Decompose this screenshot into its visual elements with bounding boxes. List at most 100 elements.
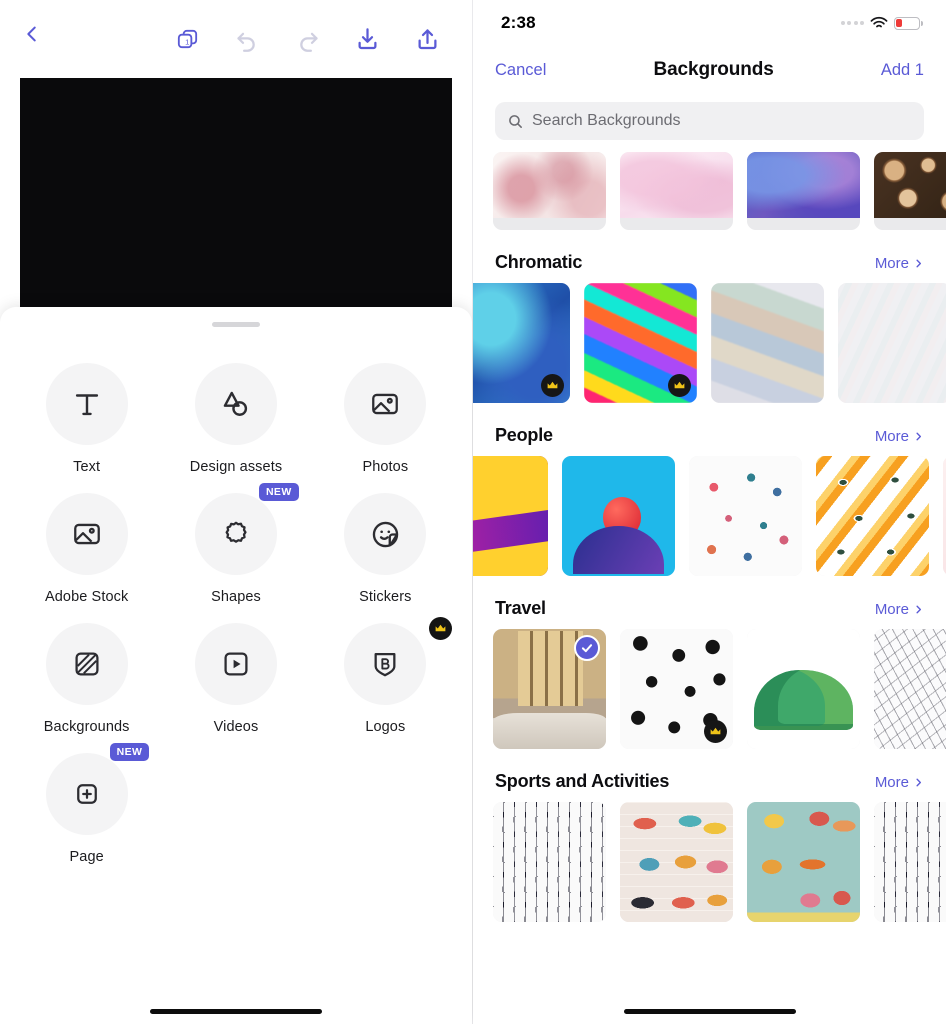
new-badge: NEW bbox=[109, 743, 150, 761]
section-header-travel: Travel More bbox=[473, 576, 946, 629]
background-thumbnail[interactable] bbox=[874, 629, 946, 749]
background-thumbnail[interactable] bbox=[473, 283, 570, 403]
tool-icon-circle bbox=[344, 493, 427, 575]
shapes-starburst-icon bbox=[225, 521, 247, 543]
background-thumbnail[interactable] bbox=[493, 802, 606, 922]
background-thumbnail-selected[interactable] bbox=[493, 629, 606, 749]
more-link[interactable]: More bbox=[875, 428, 924, 445]
download-button[interactable] bbox=[346, 18, 388, 60]
section-strip-travel[interactable] bbox=[473, 629, 946, 749]
status-bar: 2:38 bbox=[473, 0, 946, 46]
check-icon bbox=[581, 644, 593, 653]
search-row: Search Backgrounds bbox=[473, 94, 946, 150]
premium-crown-badge bbox=[704, 720, 727, 743]
background-thumbnail[interactable] bbox=[747, 629, 860, 749]
tool-icon-circle bbox=[194, 363, 277, 445]
share-button[interactable] bbox=[406, 18, 448, 60]
tool-label: Adobe Stock bbox=[45, 589, 129, 605]
cancel-button[interactable]: Cancel bbox=[495, 61, 546, 80]
tool-label: Backgrounds bbox=[43, 719, 130, 735]
video-play-icon bbox=[224, 652, 248, 676]
search-input[interactable]: Search Backgrounds bbox=[495, 102, 924, 140]
section-header-chromatic: Chromatic More bbox=[473, 230, 946, 283]
background-thumbnail[interactable] bbox=[816, 456, 929, 576]
more-link[interactable]: More bbox=[875, 601, 924, 618]
undo-button[interactable] bbox=[226, 18, 268, 60]
tool-item-shapes[interactable]: NEW Shapes bbox=[161, 483, 310, 605]
background-thumbnail[interactable] bbox=[584, 283, 697, 403]
background-thumbnail[interactable] bbox=[711, 283, 824, 403]
design-assets-icon bbox=[223, 391, 248, 416]
tool-label: Logos bbox=[365, 719, 406, 735]
redo-button[interactable] bbox=[286, 18, 328, 60]
chevron-right-icon bbox=[916, 259, 922, 268]
add-button[interactable]: Add 1 bbox=[881, 61, 924, 80]
redo-icon bbox=[299, 32, 318, 52]
tool-label: Photos bbox=[362, 459, 409, 475]
chevron-right-icon bbox=[916, 778, 922, 787]
editor-toolbar-actions: 1 bbox=[166, 18, 456, 60]
tool-item-backgrounds[interactable]: Backgrounds bbox=[12, 623, 161, 735]
tool-item-page[interactable]: NEW Page bbox=[12, 743, 161, 865]
drag-handle[interactable] bbox=[212, 321, 260, 327]
chevron-right-icon bbox=[916, 605, 922, 614]
section-strip-chromatic[interactable] bbox=[473, 283, 946, 403]
chevron-right-icon bbox=[916, 432, 922, 441]
tool-item-photos[interactable]: Photos bbox=[311, 363, 460, 475]
background-thumbnail[interactable] bbox=[620, 152, 733, 230]
sheet-handle-zone[interactable] bbox=[0, 307, 472, 341]
more-link[interactable]: More bbox=[875, 774, 924, 791]
section-header-people: People More bbox=[473, 403, 946, 456]
photo-icon bbox=[372, 393, 399, 415]
logo-b-shield-icon bbox=[374, 653, 396, 677]
crown-icon bbox=[674, 381, 685, 389]
section-header-sports: Sports and Activities More bbox=[473, 749, 946, 802]
background-thumbnail[interactable] bbox=[874, 802, 946, 922]
tool-item-stickers[interactable]: Stickers bbox=[311, 493, 460, 605]
crown-icon bbox=[435, 624, 446, 632]
crown-icon bbox=[547, 381, 558, 389]
tool-label: Page bbox=[69, 849, 104, 865]
tool-item-videos[interactable]: Videos bbox=[161, 623, 310, 735]
background-thumbnail[interactable] bbox=[620, 802, 733, 922]
background-thumbnail[interactable] bbox=[493, 152, 606, 230]
background-thumbnail[interactable] bbox=[473, 456, 548, 576]
picker-header: Cancel Backgrounds Add 1 bbox=[473, 46, 946, 94]
tool-item-adobe-stock[interactable]: Adobe Stock bbox=[12, 493, 161, 605]
tool-icon-circle bbox=[344, 363, 427, 445]
back-button[interactable] bbox=[12, 14, 52, 54]
more-label: More bbox=[874, 428, 909, 445]
background-thumbnail[interactable] bbox=[747, 152, 860, 230]
page-title: Backgrounds bbox=[653, 59, 774, 80]
section-strip-people[interactable] bbox=[473, 456, 946, 576]
pages-button[interactable]: 1 bbox=[166, 18, 208, 60]
tool-item-logos[interactable]: Logos bbox=[311, 617, 460, 735]
section-strip-sports[interactable] bbox=[473, 802, 946, 922]
selected-check-badge bbox=[574, 635, 600, 661]
wifi-icon bbox=[870, 16, 888, 28]
more-link[interactable]: More bbox=[875, 255, 924, 272]
background-thumbnail[interactable] bbox=[562, 456, 675, 576]
tool-icon-circle bbox=[45, 623, 128, 705]
premium-crown-badge bbox=[541, 374, 564, 397]
pages-count-text: 1 bbox=[185, 37, 189, 46]
tool-label: Stickers bbox=[359, 589, 412, 605]
background-thumbnail[interactable] bbox=[747, 802, 860, 922]
tool-icon-circle bbox=[45, 363, 128, 445]
home-indicator bbox=[623, 1009, 796, 1014]
tool-item-design-assets[interactable]: Design assets bbox=[161, 363, 310, 475]
editor-panel: 1 Text Design assets Photos Adobe Stock … bbox=[0, 0, 473, 1024]
featured-strip[interactable] bbox=[473, 152, 946, 230]
background-thumbnail[interactable] bbox=[838, 283, 946, 403]
tool-item-text[interactable]: Text bbox=[12, 363, 161, 475]
background-thumbnail[interactable] bbox=[874, 152, 946, 230]
tool-icon-circle bbox=[344, 623, 427, 705]
background-thumbnail[interactable] bbox=[620, 629, 733, 749]
background-thumbnail[interactable] bbox=[689, 456, 802, 576]
tools-bottom-sheet: Text Design assets Photos Adobe Stock NE… bbox=[0, 307, 472, 1024]
add-page-icon bbox=[76, 784, 97, 804]
backgrounds-list[interactable]: Chromatic More People More Travel More S… bbox=[473, 150, 946, 1024]
text-t-icon bbox=[75, 394, 98, 416]
cellular-dots-icon bbox=[840, 21, 864, 25]
status-time: 2:38 bbox=[501, 13, 536, 32]
